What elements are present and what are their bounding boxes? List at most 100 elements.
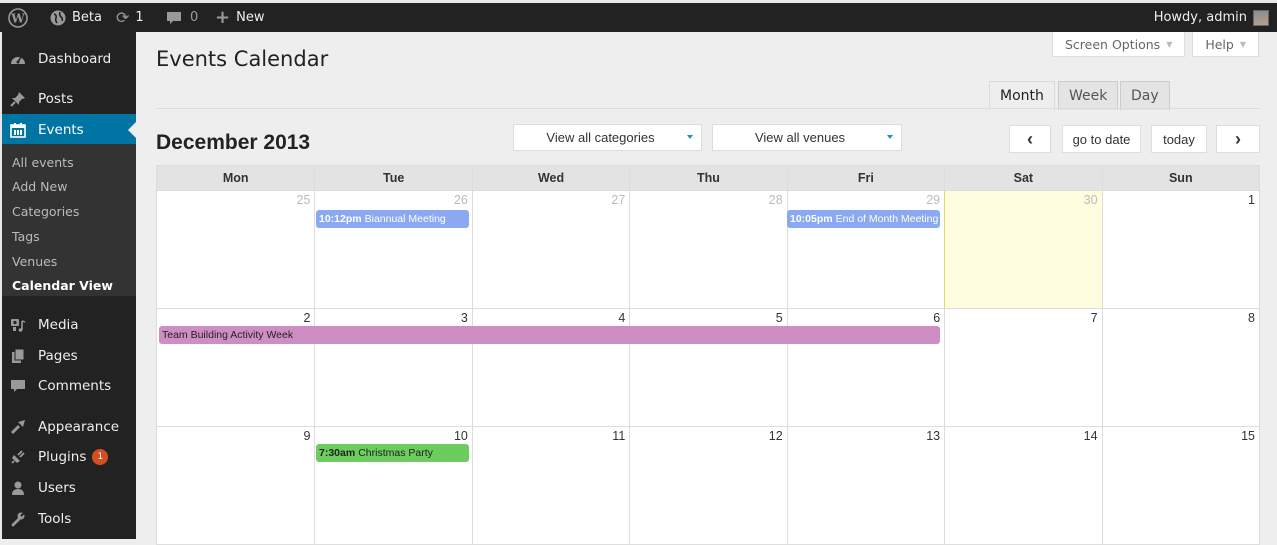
globe-icon — [50, 10, 66, 25]
day-number: 6 — [933, 311, 941, 325]
submenu-all-events[interactable]: All events — [12, 155, 74, 170]
sidebar-item-label: Comments — [38, 378, 112, 394]
sidebar-item-comments[interactable]: Comments — [2, 371, 136, 401]
event-biannual-meeting[interactable]: 10:12pm Biannual Meeting — [316, 210, 469, 228]
venue-filter-select[interactable]: View all venues — [712, 124, 902, 151]
calendar-day[interactable]: 13 — [786, 427, 944, 544]
event-title: Christmas Party — [358, 447, 433, 459]
chevron-left-icon: ‹ — [1027, 128, 1033, 149]
tab-week[interactable]: Week — [1058, 81, 1119, 110]
calendar-day[interactable]: 8 — [1101, 309, 1259, 426]
go-to-date-button[interactable]: go to date — [1062, 125, 1141, 153]
calendar-day[interactable]: 7 — [944, 309, 1101, 426]
category-filter-select[interactable]: View all categories — [513, 124, 702, 151]
today-button[interactable]: today — [1151, 125, 1207, 153]
events-submenu: All events Add New Categories Tags Venue… — [2, 144, 136, 296]
screen-meta-links: Screen Options ▼ Help ▼ — [1052, 32, 1259, 57]
updates-count: 1 — [135, 10, 144, 25]
next-month-button[interactable]: › — [1216, 125, 1260, 153]
submenu-tags[interactable]: Tags — [12, 229, 40, 244]
day-of-week-header: Sun — [1101, 166, 1259, 190]
submenu-categories[interactable]: Categories — [12, 204, 79, 219]
day-number: 15 — [1241, 429, 1255, 443]
event-end-of-month-meeting[interactable]: 10:05pm End of Month Meeting — [787, 210, 940, 228]
event-team-building-activity-week[interactable]: Team Building Activity Week — [159, 326, 940, 344]
help-button[interactable]: Help ▼ — [1192, 32, 1259, 57]
dropdown-caret-icon — [887, 135, 893, 139]
calendar-day[interactable]: 12 — [629, 427, 786, 544]
day-of-week-header: Fri — [786, 166, 944, 190]
sidebar-item-appearance[interactable]: Appearance — [2, 412, 136, 442]
sidebar-item-plugins[interactable]: Plugins 1 — [2, 442, 136, 472]
calendar-day[interactable]: 28 — [629, 191, 786, 308]
calendar-day[interactable]: 15 — [1101, 427, 1259, 544]
tab-month[interactable]: Month — [989, 81, 1055, 110]
day-number: 13 — [926, 429, 941, 443]
wordpress-logo-icon[interactable]: W — [8, 3, 28, 32]
calendar-day[interactable]: 11 — [471, 427, 629, 544]
sidebar-item-dashboard[interactable]: Dashboard — [2, 44, 136, 74]
day-number: 26 — [453, 193, 468, 207]
sidebar-item-label: Pages — [38, 348, 78, 364]
calendar-day[interactable]: 14 — [944, 427, 1101, 544]
calendar-day[interactable]: 25 — [157, 191, 314, 308]
my-account-link[interactable]: Howdy, admin — [1154, 3, 1269, 32]
calendar-week: 9 10 11 12 13 14 15 7:30am Christmas Par… — [156, 427, 1260, 545]
calendar-day[interactable]: 27 — [471, 191, 629, 308]
sidebar-item-label: Posts — [38, 91, 74, 107]
site-name: Beta — [72, 10, 102, 25]
triangle-down-icon: ▼ — [1239, 39, 1246, 49]
sidebar-item-posts[interactable]: Posts — [2, 84, 136, 114]
updates-link[interactable]: ⟳ 1 — [116, 3, 144, 32]
submenu-venues[interactable]: Venues — [12, 254, 57, 269]
day-number: 2 — [303, 311, 311, 325]
tab-day[interactable]: Day — [1120, 81, 1170, 110]
calendar-day[interactable]: 1 — [1101, 191, 1259, 308]
comments-count: 0 — [190, 10, 199, 25]
day-number: 4 — [618, 311, 626, 325]
sidebar-item-label: Tools — [38, 511, 72, 527]
category-filter-value: View all categories — [546, 130, 655, 145]
sidebar-item-label: Appearance — [38, 419, 120, 435]
calendar-day[interactable]: 9 — [157, 427, 314, 544]
prev-month-button[interactable]: ‹ — [1009, 125, 1051, 153]
page-title: Events Calendar — [156, 47, 329, 71]
month-calendar: Mon Tue Wed Thu Fri Sat Sun 25 26 27 28 … — [156, 165, 1260, 545]
user-icon — [8, 480, 28, 496]
calendar-day[interactable]: 26 — [314, 191, 471, 308]
site-name-link[interactable]: Beta — [50, 3, 102, 32]
day-number: 25 — [296, 193, 311, 207]
new-content-link[interactable]: + New — [215, 3, 264, 32]
event-christmas-party[interactable]: 7:30am Christmas Party — [316, 444, 469, 462]
sidebar-item-users[interactable]: Users — [2, 473, 136, 503]
dropdown-caret-icon — [687, 135, 693, 139]
submenu-add-new[interactable]: Add New — [12, 179, 67, 194]
day-number: 8 — [1248, 311, 1255, 325]
chevron-right-icon: › — [1235, 128, 1241, 149]
sidebar-item-pages[interactable]: Pages — [2, 341, 136, 371]
help-label: Help — [1205, 36, 1234, 52]
sidebar-item-tools[interactable]: Tools — [2, 504, 136, 534]
svg-text:W: W — [10, 11, 25, 25]
day-number: 30 — [1083, 193, 1098, 207]
submenu-calendar-view[interactable]: Calendar View — [12, 278, 113, 293]
updates-icon: ⟳ — [116, 8, 130, 27]
day-number: 28 — [768, 193, 783, 207]
calendar-week: 25 26 27 28 29 30 1 10:12pm Biannual Mee… — [156, 191, 1260, 309]
sidebar-item-label: Plugins — [38, 449, 87, 465]
day-of-week-header: Mon — [222, 171, 249, 185]
screen-options-button[interactable]: Screen Options ▼ — [1052, 32, 1186, 57]
plug-icon — [8, 449, 28, 465]
event-time: 7:30am — [319, 447, 356, 459]
calendar-day-today[interactable]: 30 — [944, 191, 1102, 308]
sidebar-item-media[interactable]: Media — [2, 310, 136, 340]
triangle-down-icon: ▼ — [1166, 39, 1173, 49]
sidebar-item-events[interactable]: Events — [2, 114, 136, 146]
comments-link[interactable]: 0 — [166, 3, 198, 32]
pin-icon — [8, 91, 28, 107]
plus-icon: + — [215, 7, 231, 28]
event-time: 10:12pm — [319, 213, 362, 225]
calendar-day[interactable]: 29 — [786, 191, 944, 308]
new-label: New — [236, 10, 265, 25]
event-title: End of Month Meeting — [835, 213, 939, 225]
